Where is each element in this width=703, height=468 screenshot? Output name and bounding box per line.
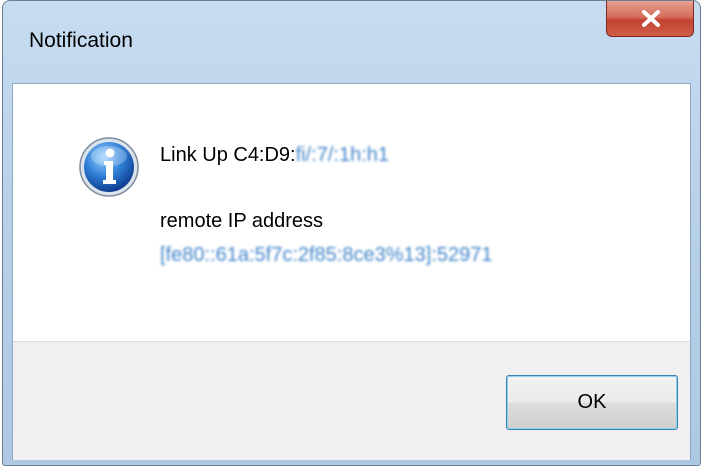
close-button[interactable] bbox=[606, 1, 694, 37]
link-status-prefix: Link Up C4:D9: bbox=[160, 144, 296, 166]
window-title: Notification bbox=[29, 29, 133, 52]
button-bar: OK bbox=[13, 341, 690, 460]
link-status-text: Link Up C4:D9:fi/:7/:1h:h1 bbox=[160, 144, 389, 167]
title-bar[interactable]: Notification bbox=[3, 1, 700, 83]
message-area: Link Up C4:D9:fi/:7/:1h:h1 remote IP add… bbox=[13, 84, 690, 341]
ok-button[interactable]: OK bbox=[506, 375, 678, 430]
remote-ip-obscured: [fe80::61a:5f7c:2f85:8ce3%13]:52971 bbox=[160, 244, 493, 266]
notification-dialog: Notification Link Up C4:D9:fi/:7/:1h:h1 … bbox=[2, 0, 701, 466]
remote-ip-value: [fe80::61a:5f7c:2f85:8ce3%13]:52971 bbox=[160, 244, 493, 267]
info-icon bbox=[79, 137, 139, 197]
close-icon bbox=[642, 10, 660, 27]
dialog-client-area: Link Up C4:D9:fi/:7/:1h:h1 remote IP add… bbox=[12, 83, 691, 460]
remote-ip-label: remote IP address bbox=[160, 210, 324, 232]
mac-address-obscured: fi/:7/:1h:h1 bbox=[295, 144, 390, 166]
